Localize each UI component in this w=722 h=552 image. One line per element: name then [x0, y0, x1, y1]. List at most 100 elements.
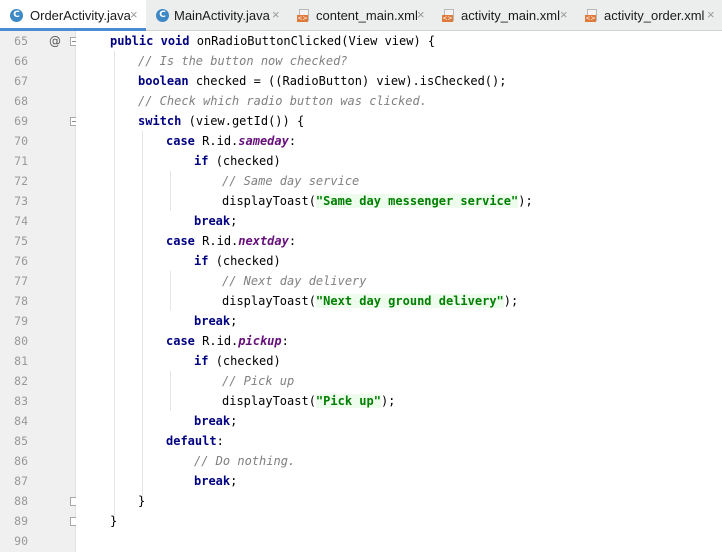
line-number: 76 [14, 254, 28, 268]
method-call: displayToast( [222, 394, 316, 408]
code-line: public void onRadioButtonClicked(View vi… [110, 31, 435, 51]
closing-brace: } [110, 514, 118, 528]
line-number: 73 [14, 194, 28, 208]
indent-guide [170, 171, 171, 211]
tab-label: activity_order.xml [604, 8, 705, 23]
line-number: 78 [14, 294, 28, 308]
keyword: public [110, 34, 154, 48]
override-annotation-icon[interactable]: @ [49, 31, 61, 51]
tab-activity-main-xml[interactable]: <> activity_main.xml × [432, 0, 575, 31]
close-icon[interactable]: × [707, 7, 715, 23]
line-number: 88 [14, 494, 28, 508]
statement: R.id. [202, 134, 239, 148]
line-number: 66 [14, 54, 28, 68]
code-editor[interactable]: public void onRadioButtonClicked(View vi… [76, 31, 722, 552]
code-line: // Do nothing. [194, 451, 295, 471]
line-number: 70 [14, 134, 28, 148]
java-class-icon: C [10, 9, 23, 22]
line-number: 79 [14, 314, 28, 328]
code-line: if (checked) [194, 351, 281, 371]
punctuation: ; [230, 214, 238, 228]
line-number: 77 [14, 274, 28, 288]
code-line: // Next day delivery [222, 271, 367, 291]
field-reference: sameday [238, 134, 289, 148]
tab-main-activity[interactable]: C MainActivity.java × [146, 0, 287, 31]
line-number: 81 [14, 354, 28, 368]
indent-guide [170, 371, 171, 411]
code-line: break; [194, 471, 237, 491]
keyword: case [166, 334, 195, 348]
string-literal: "Pick up" [315, 394, 381, 408]
punctuation: : [281, 334, 289, 348]
line-number: 75 [14, 234, 28, 248]
statement: R.id. [202, 234, 239, 248]
string-literal: "Same day messenger service" [315, 194, 519, 208]
xml-file-icon: <> [585, 9, 598, 22]
punctuation: ; [230, 474, 238, 488]
statement: (checked) [215, 354, 281, 368]
punctuation: ); [518, 194, 533, 208]
punctuation: : [288, 234, 297, 248]
line-number: 89 [14, 514, 28, 528]
close-icon[interactable]: × [417, 7, 425, 23]
keyword: void [160, 34, 190, 48]
tab-order-activity[interactable]: C OrderActivity.java × [0, 0, 146, 31]
statement: (view.getId()) { [188, 114, 305, 128]
tab-content-main-xml[interactable]: <> content_main.xml × [287, 0, 432, 31]
code-line: boolean checked = ((RadioButton) view).i… [138, 71, 506, 91]
line-number: 80 [14, 334, 28, 348]
line-number: 71 [14, 154, 28, 168]
code-line: displayToast("Next day ground delivery")… [222, 291, 518, 311]
code-line: case R.id.pickup: [166, 331, 289, 351]
code-line: } [110, 511, 117, 531]
line-number: 69 [14, 114, 28, 128]
line-number: 72 [14, 174, 28, 188]
line-number: 85 [14, 434, 28, 448]
keyword: break [194, 474, 231, 488]
statement: checked = ((RadioButton) view).isChecked… [195, 74, 507, 88]
line-number: 67 [14, 74, 28, 88]
keyword: if [194, 154, 209, 168]
comment: // Same day service [222, 174, 360, 188]
code-line: // Pick up [222, 371, 294, 391]
code-line: if (checked) [194, 251, 281, 271]
line-number: 74 [14, 214, 28, 228]
line-number: 65 [14, 34, 28, 48]
punctuation: : [216, 434, 224, 448]
xml-file-icon: <> [297, 9, 310, 22]
close-icon[interactable]: × [272, 7, 280, 23]
code-line: if (checked) [194, 151, 281, 171]
indent-guide [170, 271, 171, 311]
code-line: // Check which radio button was clicked. [138, 91, 427, 111]
code-line: displayToast("Same day messenger service… [222, 191, 533, 211]
keyword: case [166, 134, 195, 148]
close-icon[interactable]: × [560, 7, 568, 23]
editor-gutter[interactable]: 65 66 67 68 69 70 71 72 73 74 75 76 77 7… [0, 31, 79, 552]
comment: // Next day delivery [222, 274, 367, 288]
keyword: break [194, 414, 231, 428]
comment: // Pick up [222, 374, 295, 388]
keyword: if [194, 254, 209, 268]
punctuation: ); [380, 394, 396, 408]
keyword: default [166, 434, 217, 448]
statement: (checked) [215, 154, 281, 168]
method-signature: onRadioButtonClicked(View view) { [196, 34, 436, 48]
tab-activity-order-xml[interactable]: <> activity_order.xml × [575, 0, 722, 31]
code-line: // Is the button now checked? [138, 51, 348, 71]
comment: // Is the button now checked? [138, 54, 348, 68]
string-literal: "Next day ground delivery" [315, 294, 504, 308]
keyword: switch [138, 114, 182, 128]
java-class-icon: C [156, 9, 169, 22]
statement: (checked) [215, 254, 281, 268]
code-line: break; [194, 211, 237, 231]
code-line: case R.id.nextday: [166, 231, 296, 251]
code-line: default: [166, 431, 224, 451]
field-reference: nextday [238, 234, 289, 248]
punctuation: : [288, 134, 297, 148]
editor-tab-bar: C OrderActivity.java × C MainActivity.ja… [0, 0, 722, 31]
tab-label: activity_main.xml [461, 8, 560, 23]
close-icon[interactable]: × [130, 7, 138, 23]
code-line: displayToast("Pick up"); [222, 391, 395, 411]
keyword: break [194, 314, 231, 328]
tab-label: content_main.xml [316, 8, 418, 23]
